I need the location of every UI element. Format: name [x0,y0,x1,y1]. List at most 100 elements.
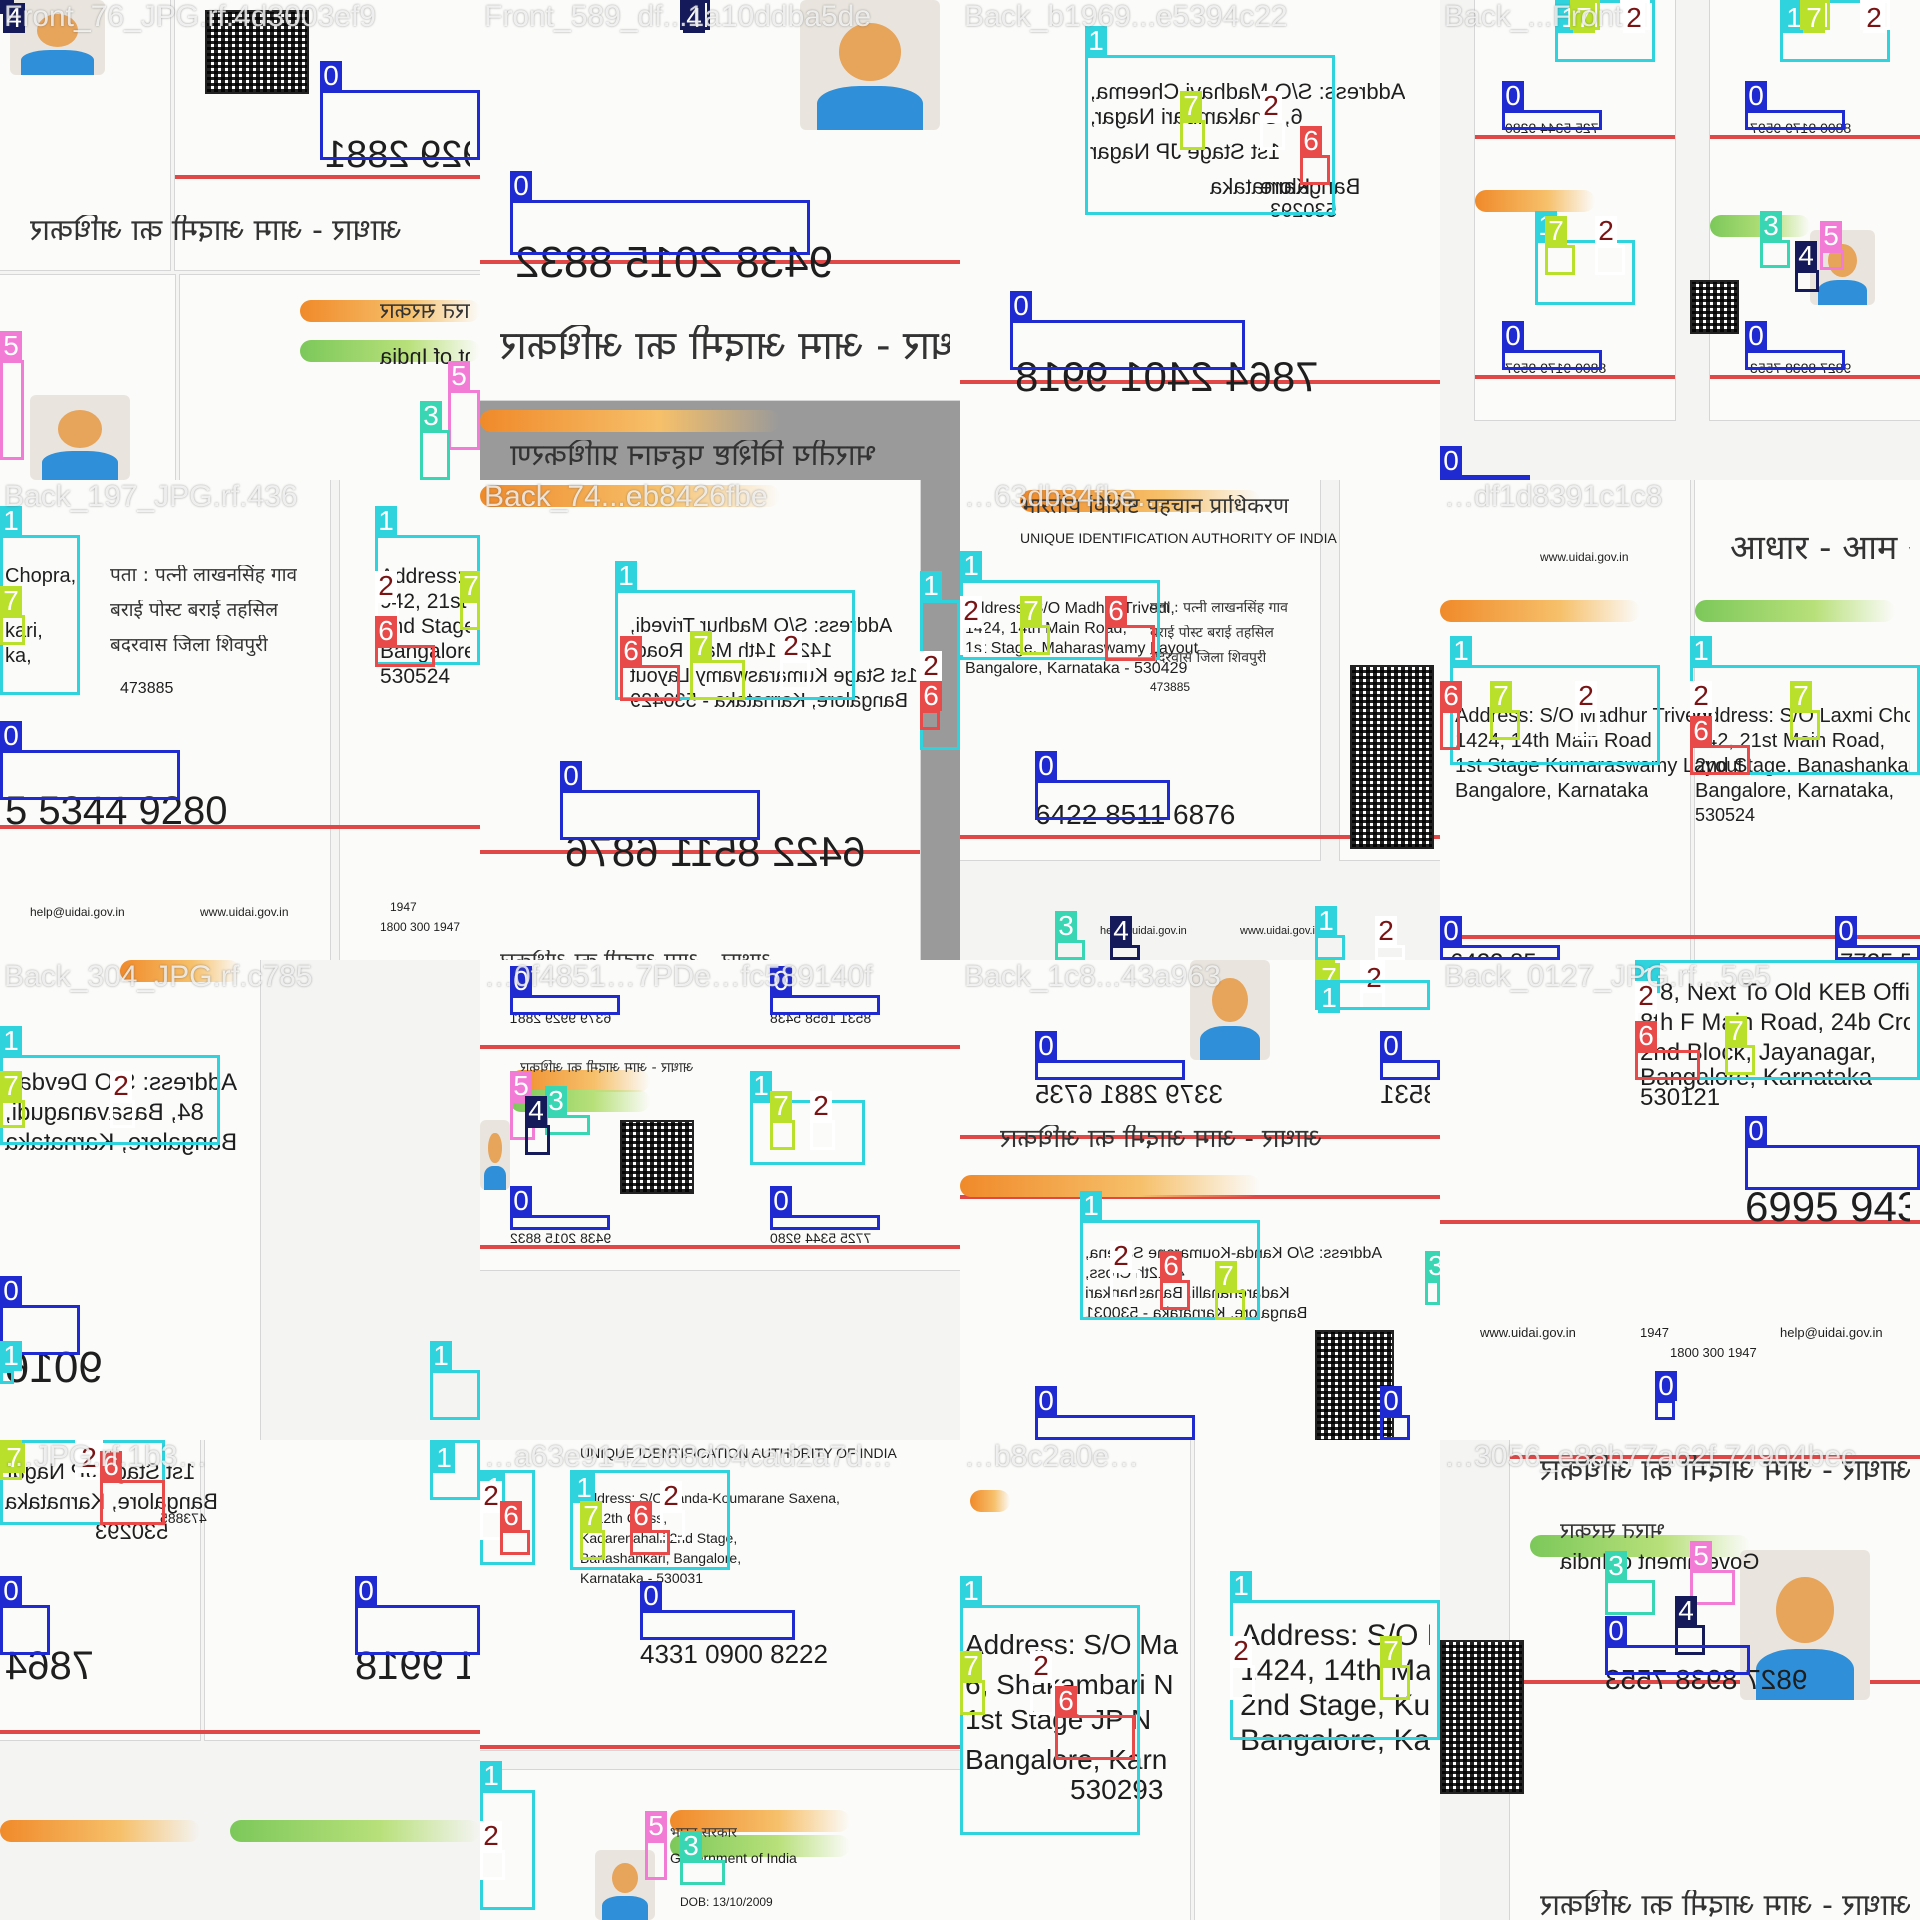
class-label-tag: 2 [1375,916,1397,946]
class-label-tag: 3 [420,401,442,431]
card-text-value: 1800 300 1947 [1670,1345,1757,1360]
card-text-value: 530524 [380,665,451,688]
card-text-line: 1800 300 1947 [1670,1345,1757,1360]
class-label-tag: 1 [480,1761,502,1791]
class-label-tag: 5 [645,1811,667,1841]
card-text-line: www.uidai.gov.in [200,905,289,919]
card-text-line: 7725 5344 9280 [770,1230,871,1246]
image-filename-watermark: Back_1c8...43a963 [964,960,1221,993]
tricolor-saffron-band [970,1490,1010,1512]
bounding-box-class-0: 0 [640,1581,795,1640]
bounding-box-class-1: 1 [1315,906,1345,960]
class-label-tag: 2 [810,1091,832,1121]
bounding-box-class-1: 1 [750,1071,865,1165]
bounding-box-class-0: 0 [1835,916,1920,960]
card-text-line: 1947 [1640,1325,1669,1340]
bounding-box-class-7: 7 [1725,1016,1755,1075]
bounding-box-class-2: 2 [1620,0,1650,33]
class-label-tag: 0 [1010,291,1032,321]
class-label-tag: 1 [430,1341,452,1371]
bounding-box-class-2: 2 [480,1821,505,1880]
class-label-tag: 1 [1230,1571,1252,1601]
class-label-tag: 2 [1030,1651,1052,1681]
qr-code-icon [1440,1640,1524,1794]
bounding-box-class-2: 2 [1260,91,1285,150]
class-label-tag: 1 [0,1341,22,1371]
tricolor-green-band [1695,600,1895,622]
bounding-box-class-7: 7 [0,586,25,645]
bounding-box-class-0: 0 [1605,1616,1750,1675]
class-label-tag: 2 [480,1481,502,1511]
class-label-tag: 7 [1215,1261,1237,1291]
class-label-tag: 6 [500,1501,522,1531]
bounding-box-class-0: 0 [1380,1386,1410,1440]
mosaic-tile: 1st Stage JP NagarBangalore, Karnataka53… [0,1440,480,1920]
mosaic-tile: 3379 2881 6735 8531 आधार - आम आदमी का अधिक… [960,960,1440,1440]
card-text-line: आधार - आम आदमी का अधिकार [1730,530,1910,566]
class-label-tag: 7 [1180,91,1202,121]
class-label-tag: 0 [1440,916,1462,946]
class-label-tag: 6 [1635,1021,1657,1051]
card-text-value: help@uidai.gov.in [1780,1325,1883,1340]
card-text-value: 9438 2015 8832 [510,1230,612,1246]
card-text-line: आधार - आम आदमी का अधिकार [500,950,773,960]
card-text-line: www.uidai.gov.in [1540,550,1629,564]
mosaic-tile: UNIQUE IDENTIFICATION AUTHORITY OF INDIA… [480,1440,960,1920]
bounding-box-class-7: 7 [1800,0,1830,33]
card-text-line: 8531 [1380,1080,1430,1108]
bounding-box-class-2: 2 [780,631,810,690]
class-label-tag: 0 [320,61,342,91]
card-text-value: आधार - आम आदमी का अधिकार [30,215,402,247]
card-text-value: 530524 [1695,805,1756,825]
portrait-photo [480,1120,510,1190]
class-label-tag: 1 [375,506,397,536]
card-text-value: आधार - आम आदमी का अधिकार [1540,1890,1910,1920]
card-text-line: help@uidai.gov.in [30,905,125,919]
card-text-line: 530121 [1640,1085,1720,1111]
card-text-line: 473885 [120,680,173,698]
class-label-tag: 1 [750,1071,772,1101]
bounding-box-class-2: 2 [810,1091,835,1150]
tricolor-green-band [230,1820,480,1842]
class-label-tag: 1 [1315,906,1337,936]
class-label-tag: 0 [1655,1371,1677,1401]
card-text-value: 7725 5344 9280 [770,1230,872,1246]
card-text-line: 4331 0900 8222 [640,1640,828,1668]
class-label-tag: 7 [960,1651,982,1681]
card-text-line: आधार - आम आदमी का अधिकार [1000,1125,1322,1153]
bounding-box-class-7: 7 [1180,91,1205,150]
bounding-box-class-1: 1 [430,1440,480,1500]
mosaic-tile: 6379 9929 2881 8531 1658 5438 आधार - आम आद… [480,960,960,1440]
bounding-box-class-6: 6 [920,681,942,730]
card-text-value: बदरवास जिला शिवपुरी [1150,650,1267,666]
bounding-box-class-6: 6 [375,616,435,667]
card-text-line: भारतीय विशिष्ट पहचान प्राधिकरण [510,440,877,472]
card-text-line: बदरवास जिला शिवपुरी [110,635,268,656]
bounding-box-class-5: 5 [0,331,24,460]
card-divider-line [480,1045,960,1049]
class-label-tag: 0 [0,1276,22,1306]
card-text-value: आधार - आम आदमी का अधिकार [520,1060,694,1076]
card-text-line: Bangalore, Karnataka, [1695,780,1894,802]
class-label-tag: 0 [1035,1386,1057,1416]
class-label-tag: 2 [1110,1241,1132,1271]
bounding-box-class-5: 5 [645,1811,667,1880]
tricolor-saffron-band [0,1820,200,1842]
bounding-box-class-7: 7 [1490,681,1520,740]
card-text-line: आधार - आम आदमी का अधिकार [1540,1890,1910,1920]
bounding-box-class-4: 4 [1110,916,1140,960]
portrait-photo [30,395,130,480]
image-filename-watermark: Back_b1969...e5394c22 [964,0,1288,33]
class-label-tag: 2 [780,631,802,661]
bounding-box-class-6: 6 [1105,596,1155,661]
card-text-line: Bangalore, Karnataka [1455,780,1648,802]
class-label-tag: 2 [1230,1636,1252,1666]
bounding-box-class-0: 0 [1745,81,1845,130]
class-label-tag: 2 [480,1821,502,1851]
bounding-box-class-7: 7 [1790,681,1820,740]
bounding-box-class-1: 1 [430,1341,480,1420]
card-divider-line [0,1730,480,1734]
bounding-box-class-4: 4 [525,1096,550,1155]
card-text-value: आधार - आम आदमी का अधिकार [500,325,950,367]
bounding-box-class-6: 6 [620,636,680,701]
